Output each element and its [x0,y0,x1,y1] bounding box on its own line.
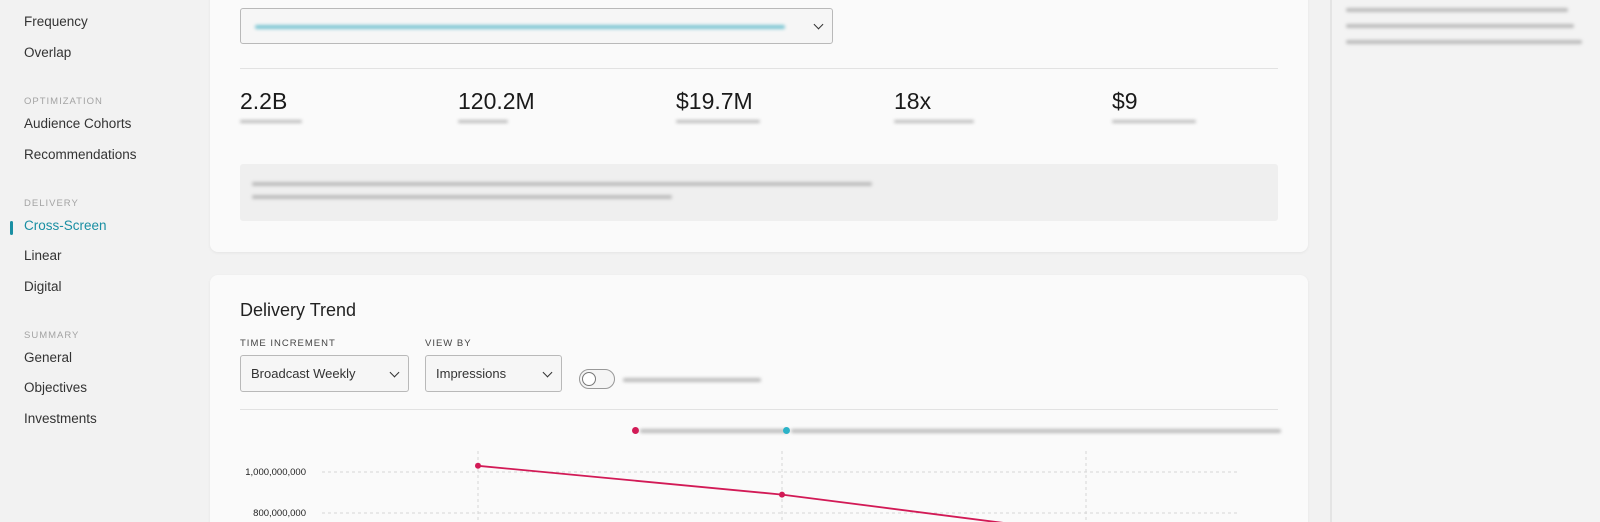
metric-value-3: $19.7M [676,88,753,114]
nav-item-digital[interactable]: Digital [24,279,62,294]
metric-label-redacted [894,120,974,123]
divider [240,68,1278,69]
summary-card: 2.2B 120.2M $19.7M 18x $9 [210,0,1308,252]
nav-item-linear[interactable]: Linear [24,248,62,263]
nav-item-recommendations[interactable]: Recommendations [24,147,137,162]
metric-label-redacted [676,120,760,123]
delivery-trend-chart: 1,000,000,000 800,000,000 [245,451,1240,522]
nav-section-optimization: OPTIMIZATION [24,96,103,107]
nav-section-delivery: DELIVERY [24,198,79,209]
panel-text-redacted [1346,24,1574,28]
metric-value-4: 18x [894,88,932,114]
nav-active-indicator [10,221,13,235]
chart-y-axis: 1,000,000,000 800,000,000 [245,467,306,519]
delivery-trend-card: Delivery Trend TIME INCREMENT Broadcast … [210,275,1308,522]
metric-value-1: 2.2B [240,88,288,114]
nav-item-cross-screen[interactable]: Cross-Screen [24,218,107,233]
nav-item-objectives[interactable]: Objectives [24,380,87,395]
y-tick-label: 1,000,000,000 [245,467,306,478]
nav-item-frequency[interactable]: Frequency [24,14,88,29]
right-panel [1330,0,1600,522]
note-text-redacted [252,182,872,186]
note-panel [240,164,1278,221]
redacted-select-value [255,25,785,29]
nav-item-overlap[interactable]: Overlap [24,45,71,60]
sidebar-nav: Frequency Overlap OPTIMIZATION Audience … [0,0,205,522]
nav-section-summary: SUMMARY [24,330,80,341]
data-point[interactable] [475,462,481,469]
chevron-down-icon [813,19,824,30]
data-point[interactable] [779,491,785,498]
metric-value-2: 120.2M [458,88,535,114]
chart-grid [322,451,1240,522]
metric-value-5: $9 [1112,88,1138,114]
metric-label-redacted [1112,120,1196,123]
metric-label-redacted [240,120,302,123]
panel-text-redacted [1346,8,1568,12]
panel-text-redacted [1346,40,1582,44]
nav-item-investments[interactable]: Investments [24,411,97,426]
y-tick-label: 800,000,000 [253,508,306,519]
nav-item-audience-cohorts[interactable]: Audience Cohorts [24,116,131,131]
note-text-redacted [252,195,672,199]
metric-label-redacted [458,120,508,123]
plan-select[interactable] [240,8,833,44]
nav-item-general[interactable]: General [24,350,72,365]
